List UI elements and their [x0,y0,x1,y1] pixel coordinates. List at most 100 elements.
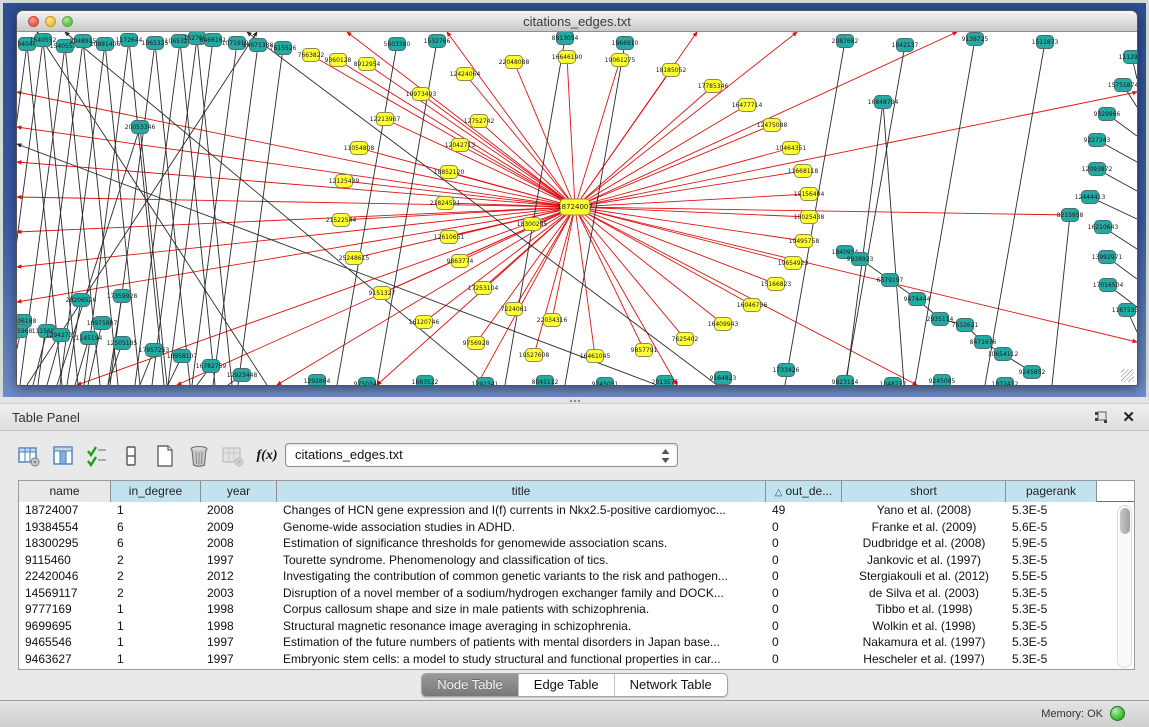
combobox-stepper-icon[interactable] [660,448,671,464]
table-settings-icon[interactable] [14,442,44,470]
graph-node[interactable]: 19495758 [789,235,820,248]
graph-node[interactable]: 16461045 [580,350,611,363]
graph-node[interactable]: 8912954 [354,58,381,71]
network-canvas[interactable]: 18724007 16461045 19527608 9756928 16120746 9… [17,32,1137,385]
graph-node[interactable]: 12042713 [445,139,476,152]
graph-node[interactable]: 18852120 [434,166,465,179]
graph-node[interactable]: 8813054 [552,32,579,45]
graph-edge[interactable] [238,48,283,385]
node-table[interactable]: namein_degreeyeartitle△out_de...shortpag… [18,480,1135,670]
graph-edge[interactable] [1052,215,1070,385]
function-builder-icon[interactable]: f(x) [252,442,282,470]
graph-node[interactable]: 17957253 [139,344,170,357]
graph-node[interactable]: 9227343 [1084,134,1111,147]
graph-edge[interactable] [135,41,180,385]
graph-node[interactable]: 17785346 [698,80,729,93]
graph-node[interactable]: 1511873 [1032,36,1059,49]
graph-node[interactable]: 1683522 [412,376,439,386]
graph-node[interactable]: 9360128 [325,54,352,67]
graph-node[interactable]: 10025438 [794,211,825,224]
graph-node[interactable]: 18724007 [557,199,593,215]
panel-splitter[interactable] [0,397,1149,404]
graph-node[interactable]: 5603380 [384,38,411,51]
graph-node[interactable]: 12424064 [450,68,481,81]
clear-selection-icon[interactable] [116,442,146,470]
graph-edge[interactable] [575,207,752,305]
graph-node[interactable]: 12444413 [1075,191,1106,204]
graph-node[interactable]: 20053346 [125,121,156,134]
graph-node[interactable]: 21522544 [326,214,357,227]
graph-edge[interactable] [575,171,803,207]
graph-node[interactable]: 16120746 [409,316,440,329]
graph-node[interactable]: 1042137 [892,39,919,52]
graph-edge[interactable] [883,102,904,385]
graph-node[interactable]: 16646190 [552,51,583,64]
tab-edge-table[interactable]: Edge Table [519,674,615,696]
close-panel-button[interactable]: ✕ [1122,408,1135,426]
graph-edge[interactable] [846,102,883,385]
graph-node[interactable]: 9756928 [463,337,490,350]
table-source-combobox[interactable]: citations_edges.txt [285,443,678,467]
graph-edge[interactable] [110,43,155,385]
table-row[interactable]: 946362711997Embryonic stem cells: a mode… [19,651,1134,668]
tab-node-table[interactable]: Node Table [422,674,519,696]
graph-node[interactable]: 16409943 [708,318,739,331]
graph-node[interactable]: 13992971 [1092,251,1123,264]
column-header[interactable]: year [201,481,277,502]
graph-edge[interactable] [915,39,975,385]
graph-node[interactable]: 8471676 [970,336,997,349]
graph-edge[interactable] [155,43,190,385]
graph-node[interactable]: 19654923 [778,257,809,270]
graph-node[interactable]: 1112904 [1119,51,1137,64]
graph-node[interactable]: 1145194 [76,332,103,345]
graph-node[interactable]: 2935114 [927,313,954,326]
graph-node[interactable]: 9329966 [1094,108,1121,121]
table-row[interactable]: 1456911722003Disruption of a novel membe… [19,585,1134,602]
graph-node[interactable]: 8045112 [532,376,559,386]
graph-edge[interactable] [65,32,487,385]
graph-node[interactable]: 25248615 [339,252,370,265]
graph-edge[interactable] [197,38,232,385]
table-row[interactable]: 2242004622012Investigating the contribut… [19,568,1134,585]
graph-edge[interactable] [575,32,697,207]
graph-node[interactable]: 17016504 [1093,279,1124,292]
graph-node[interactable]: 12093872 [1082,163,1113,176]
tab-network-table[interactable]: Network Table [615,674,727,696]
citation-network-graph[interactable]: 18724007 16461045 19527608 9756928 16120746 9… [17,32,1137,385]
column-header[interactable]: short [842,481,1006,502]
table-row[interactable]: 911546021997Tourette syndrome. Phenomeno… [19,552,1134,569]
column-header[interactable]: in_degree [111,481,201,502]
graph-node[interactable]: 7224061 [501,303,528,316]
graph-node[interactable]: 1532766 [424,35,451,48]
graph-node[interactable]: 19527608 [519,349,550,362]
column-header[interactable]: pagerank [1006,481,1097,502]
graph-edge[interactable] [460,145,575,207]
graph-node[interactable]: 7663822 [298,49,325,62]
table-row[interactable]: 1830029562008Estimation of significance … [19,535,1134,552]
graph-edge[interactable] [845,45,905,385]
graph-node[interactable]: 17253104 [468,282,499,295]
graph-node[interactable]: 2013575 [652,376,679,386]
network-window-titlebar[interactable]: citations_edges.txt [17,11,1137,32]
graph-node[interactable]: 11668118 [788,165,819,178]
graph-node[interactable]: 17359928 [107,290,138,303]
graph-node[interactable]: 1733426 [773,364,800,377]
graph-edge[interactable] [213,45,258,385]
graph-node[interactable]: 1292864 [304,375,331,386]
graph-node[interactable]: 21824521 [430,197,461,210]
graph-node[interactable]: 1048717 [880,378,907,386]
select-columns-icon[interactable] [48,442,78,470]
table-row[interactable]: 946554611997Estimation of the future num… [19,634,1134,651]
column-header[interactable]: △out_de... [766,481,842,502]
graph-node[interactable]: 9474444 [904,293,931,306]
graph-edge[interactable] [575,92,1137,207]
memory-status-indicator[interactable] [1110,706,1125,721]
table-row[interactable]: 1872400712008Changes of HCN gene express… [19,502,1134,519]
graph-node[interactable]: 9138725 [962,33,989,46]
graph-node[interactable]: 12610651 [434,231,465,244]
delete-table-icon[interactable] [218,442,248,470]
graph-edge[interactable] [534,207,575,355]
graph-node[interactable]: 16046736 [737,299,768,312]
graph-edge[interactable] [17,197,575,207]
graph-node[interactable]: 2087682 [832,35,859,48]
